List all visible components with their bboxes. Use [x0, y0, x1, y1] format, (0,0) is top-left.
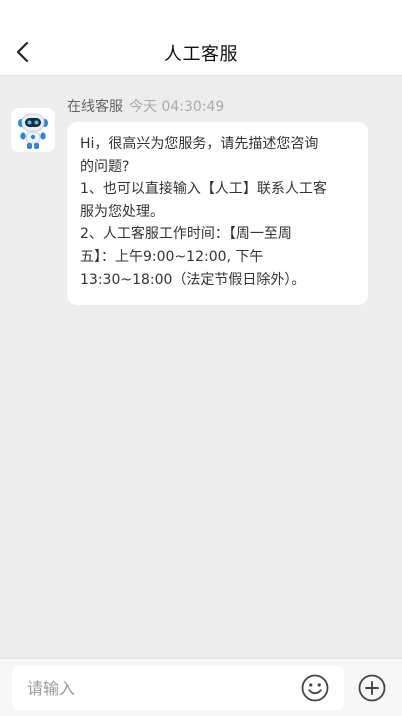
- avatar[interactable]: [11, 108, 55, 152]
- emoji-icon: [301, 674, 329, 702]
- message-input-box[interactable]: [12, 666, 344, 710]
- message-input[interactable]: [12, 666, 292, 710]
- page-title: 人工客服: [164, 44, 238, 65]
- plus-circle-icon: [358, 674, 386, 702]
- emoji-button[interactable]: [300, 673, 330, 703]
- chat-area[interactable]: 在线客服 今天 04:30:49 Hi，很高兴为您服务，请先描述您咨询 的问题? …: [0, 77, 402, 658]
- message-bubble[interactable]: Hi，很高兴为您服务，请先描述您咨询 的问题? 1、也可以直接输入【人工】联系人…: [67, 122, 368, 306]
- sender-name: 在线客服: [67, 99, 123, 115]
- add-attachment-button[interactable]: [357, 673, 387, 703]
- input-bar: [0, 658, 402, 716]
- message-meta: 在线客服 今天 04:30:49: [67, 96, 224, 116]
- top-nav-bar: 人工客服: [0, 0, 402, 76]
- message-time: 今天 04:30:49: [129, 99, 225, 115]
- robot-avatar-icon: [11, 108, 55, 152]
